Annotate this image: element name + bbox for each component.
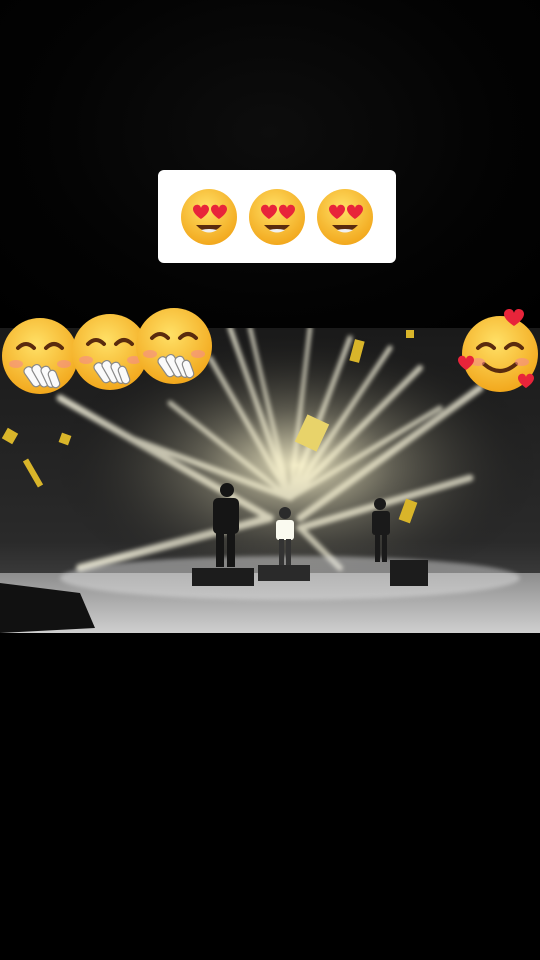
blushing-hand-over-mouth-emoji-icon <box>136 308 212 384</box>
bottom-dark-area <box>0 633 540 960</box>
heart-eyes-emoji-icon <box>249 188 305 245</box>
heart-eyes-emoji-icon <box>181 188 237 245</box>
emoji-caption-sticker <box>158 170 396 263</box>
smiling-face-with-hearts-emoji-icon <box>458 308 538 392</box>
top-dark-area <box>0 0 540 330</box>
heart-eyes-emoji-icon <box>317 188 373 245</box>
